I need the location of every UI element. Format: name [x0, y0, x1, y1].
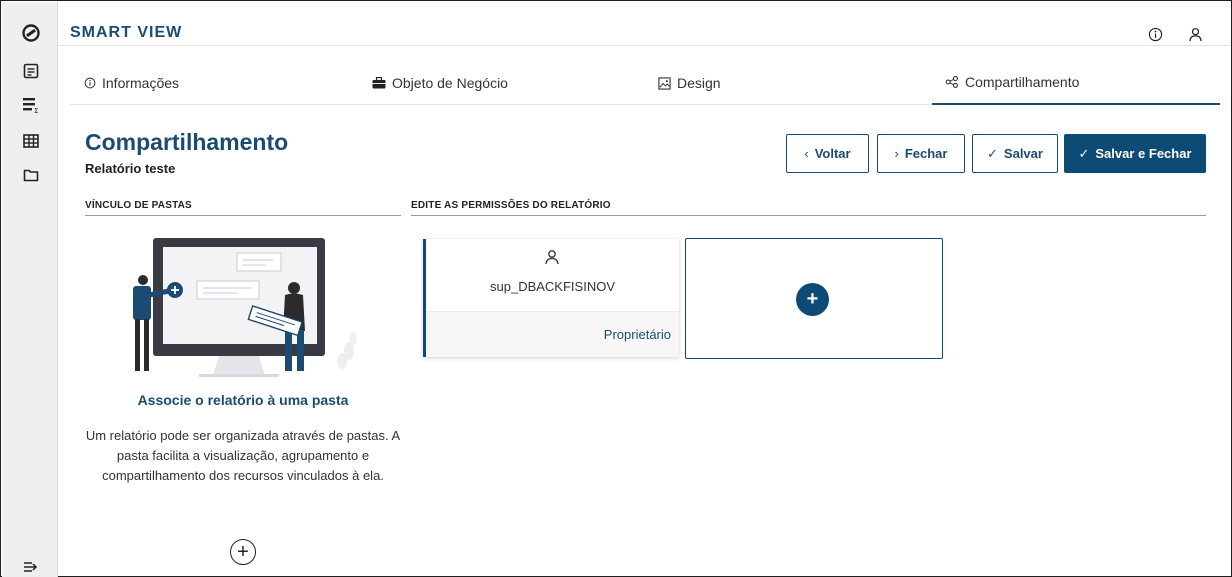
tab-label: Design [677, 75, 721, 91]
tab-compartilhamento[interactable]: Compartilhamento [932, 61, 1220, 105]
share-icon [945, 76, 959, 88]
folder-icon[interactable] [21, 165, 41, 185]
tab-informacoes[interactable]: Informações [84, 61, 179, 105]
tab-objeto-de-negocio[interactable]: Objeto de Negócio [372, 61, 508, 105]
add-folder-button[interactable]: + [230, 539, 256, 565]
info-icon [84, 77, 96, 89]
chevron-left-icon: ‹ [804, 146, 809, 161]
user-icon[interactable] [1186, 25, 1204, 43]
tab-design[interactable]: Design [658, 61, 721, 105]
close-button-label: Fechar [904, 146, 948, 161]
page-title: Compartilhamento [85, 129, 289, 155]
tab-bar: Informações Objeto de Negócio Design Com… [70, 61, 1220, 105]
permissions-section-label: EDITE AS PERMISSÕES DO RELATÓRIO [411, 200, 611, 211]
permissions-divider [411, 215, 1206, 216]
save-button-label: Salvar [1003, 146, 1043, 161]
permission-card[interactable]: sup_DBACKFISINOV Proprietário [423, 239, 679, 357]
report-list-icon[interactable]: Σ [21, 95, 41, 115]
folder-association-title: Associe o relatório à uma pasta [137, 392, 349, 408]
save-button[interactable]: ✓ Salvar [972, 134, 1058, 173]
plus-icon: + [796, 283, 829, 316]
folder-illustration [113, 233, 363, 383]
permission-user-name: sup_DBACKFISINOV [490, 279, 615, 294]
plus-icon: + [237, 541, 249, 563]
tab-label: Informações [102, 75, 180, 91]
chevron-right-icon: › [894, 146, 899, 161]
user-icon [544, 249, 560, 270]
app-title: SMART VIEW [70, 24, 183, 41]
close-button[interactable]: › Fechar [877, 134, 965, 173]
page-subtitle: Relatório teste [85, 161, 176, 176]
tab-label: Objeto de Negócio [392, 75, 508, 91]
image-icon [658, 76, 671, 90]
save-and-close-button[interactable]: ✓ Salvar e Fechar [1064, 134, 1206, 173]
folder-association-description: Um relatório pode ser organizada através… [85, 428, 401, 483]
report-icon[interactable] [21, 61, 41, 81]
folders-divider [85, 215, 401, 216]
back-button-label: Voltar [814, 146, 851, 161]
briefcase-icon [372, 77, 386, 89]
expand-sidebar-icon[interactable] [21, 557, 41, 577]
folders-section-label: VÍNCULO DE PASTAS [85, 200, 192, 211]
permission-role: Proprietário [603, 327, 671, 342]
svg-text:Σ: Σ [34, 107, 38, 114]
tab-label: Compartilhamento [965, 74, 1080, 90]
info-icon[interactable] [1146, 25, 1164, 43]
logo-icon[interactable] [21, 23, 41, 43]
app-window: Σ SMART VIEW Informações Objeto de Negóc… [0, 0, 1232, 577]
add-permission-card[interactable]: + [685, 238, 943, 359]
table-icon[interactable] [21, 131, 41, 151]
save-and-close-button-label: Salvar e Fechar [1095, 146, 1192, 161]
back-button[interactable]: ‹ Voltar [786, 134, 869, 173]
sidebar: Σ [2, 2, 58, 577]
check-icon: ✓ [987, 145, 998, 161]
check-icon: ✓ [1078, 145, 1090, 161]
top-header: SMART VIEW [58, 2, 1230, 46]
